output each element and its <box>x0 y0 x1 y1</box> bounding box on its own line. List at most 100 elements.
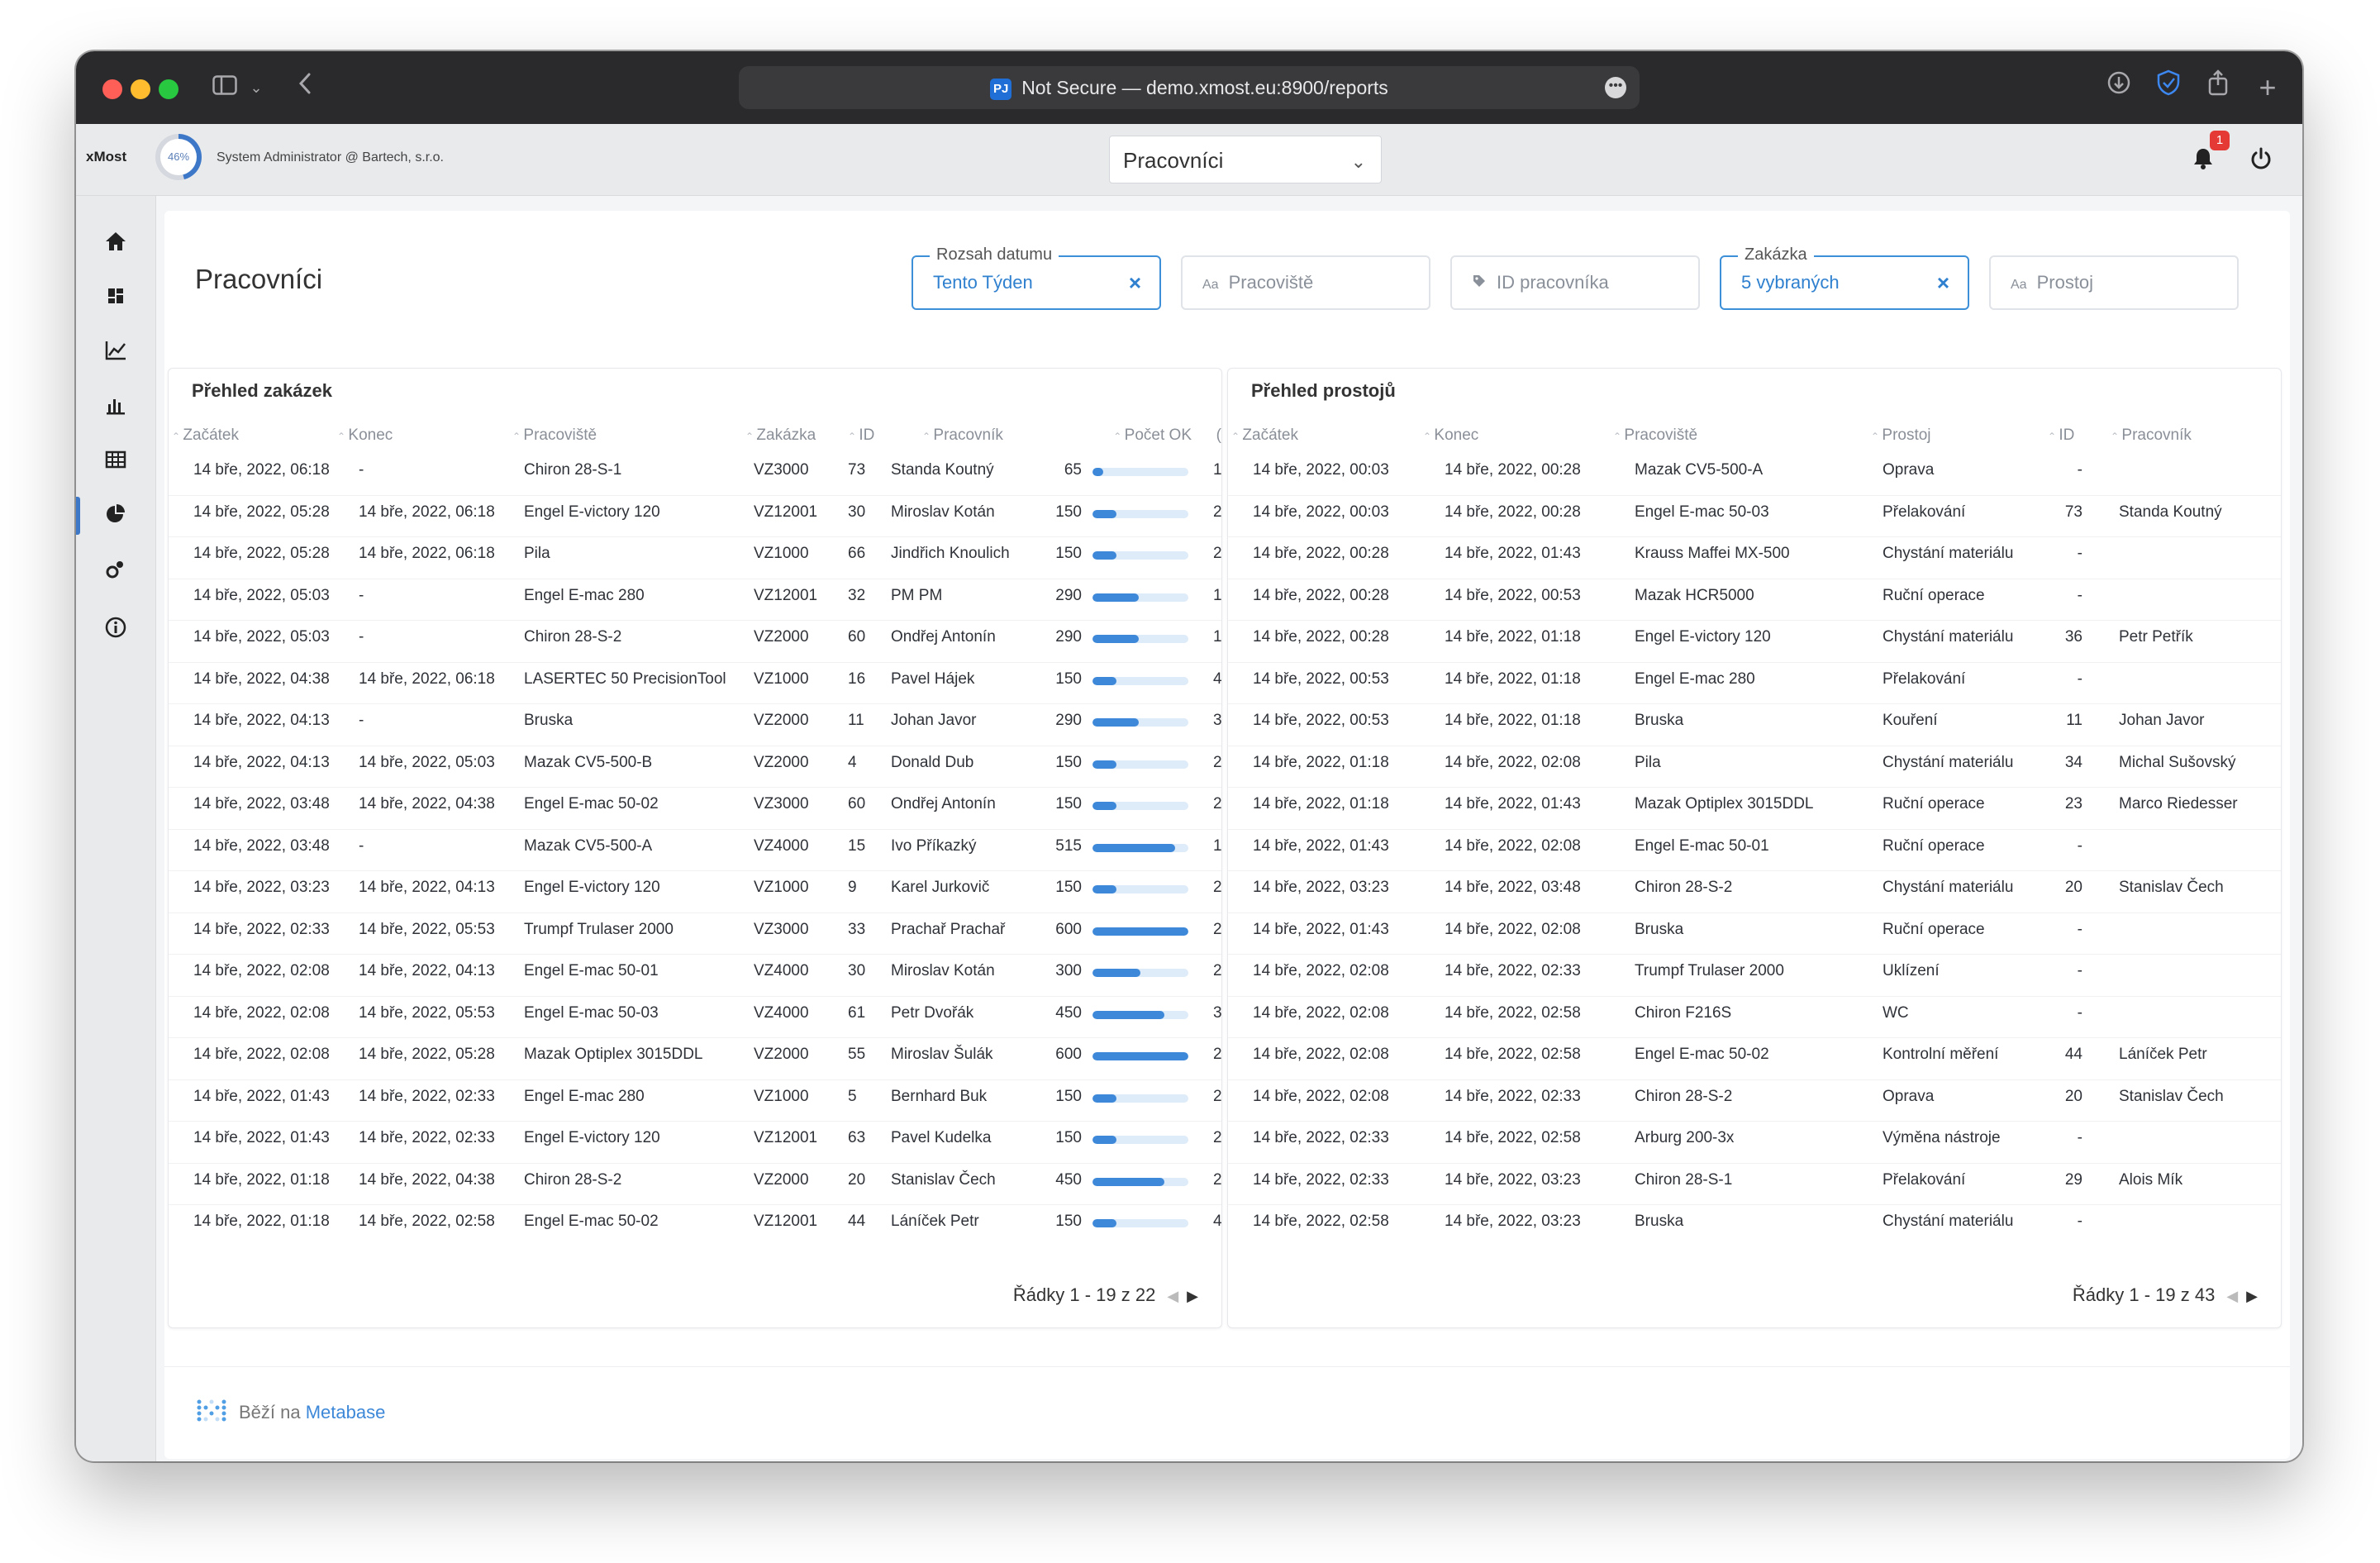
col-workplace-header[interactable]: ⌃ Pracoviště <box>1613 426 1697 445</box>
cell-worker: Stanislav Čech <box>2119 1087 2224 1105</box>
col-end-header[interactable]: ⌃ Konec <box>337 426 393 445</box>
col-downtime-header[interactable]: ⌃ Prostoj <box>1871 426 1931 445</box>
metabase-link[interactable]: Metabase <box>306 1402 386 1422</box>
sidebar-item-table[interactable] <box>76 441 155 480</box>
cell-worker: Pavel Hájek <box>891 670 975 688</box>
sort-icon[interactable]: ⌃ <box>2048 431 2059 442</box>
chevron-down-icon[interactable]: ⌄ <box>246 69 266 106</box>
col-start-header[interactable]: ⌃ Začátek <box>1231 426 1298 445</box>
panel-title[interactable]: Přehled prostojů <box>1251 380 1396 402</box>
col-ok-count-header[interactable]: ⌃ Počet OK <box>1113 426 1192 445</box>
col-extra-header[interactable]: ( <box>1216 426 1221 445</box>
sort-icon[interactable]: ⌃ <box>848 431 859 442</box>
dashboard-select-value: Pracovníci <box>1123 148 1224 173</box>
filter-date-range[interactable]: Rozsah datumu Tento Týden × <box>912 244 1161 310</box>
cell-extra: 2 <box>1213 503 1222 521</box>
col-worker-header[interactable]: ⌃ Pracovník <box>2111 426 2192 445</box>
notifications-button[interactable]: 1 <box>2178 131 2230 183</box>
sort-icon[interactable]: ⌃ <box>1613 431 1624 442</box>
sidebar-toggle-icon[interactable] <box>208 69 241 106</box>
col-id-header[interactable]: ⌃ ID <box>2048 426 2074 445</box>
share-icon[interactable] <box>2202 69 2235 106</box>
sidebar-item-settings[interactable] <box>76 550 155 589</box>
sidebar-item-info[interactable] <box>76 608 155 647</box>
filter-worker-id[interactable]: ID pracovníka <box>1450 255 1700 310</box>
sidebar-item-pie-chart[interactable] <box>76 495 155 535</box>
cell-start: 14 bře, 2022, 01:18 <box>1253 753 1389 771</box>
cell-worker: Alois Mík <box>2119 1170 2183 1189</box>
sort-icon[interactable]: ⌃ <box>1231 431 1242 442</box>
prev-page-icon[interactable]: ◀ <box>1167 1288 1178 1304</box>
cell-start: 14 bře, 2022, 02:08 <box>1253 1003 1389 1022</box>
filter-downtime[interactable]: Aa Prostoj <box>1989 255 2239 310</box>
prev-page-icon[interactable]: ◀ <box>2226 1288 2238 1304</box>
minimize-window-button[interactable] <box>131 79 150 99</box>
cell-start: 14 bře, 2022, 03:48 <box>193 836 330 855</box>
next-page-icon[interactable]: ▶ <box>2246 1288 2258 1304</box>
cell-id: - <box>2077 461 2082 479</box>
brand-logo[interactable]: xMost <box>86 149 126 165</box>
cell-workplace: Mazak CV5-500-A <box>1635 461 1764 479</box>
new-tab-icon[interactable]: + <box>2251 69 2284 106</box>
col-worker-header[interactable]: ⌃ Pracovník <box>922 426 1003 445</box>
cell-workplace: Chiron 28-S-1 <box>1635 1170 1733 1189</box>
sort-icon[interactable]: ⌃ <box>337 431 348 442</box>
logout-button[interactable] <box>2236 134 2286 183</box>
sort-icon[interactable]: ⌃ <box>1871 431 1882 442</box>
ok-count-bar <box>1092 927 1188 936</box>
cell-downtime: Ruční operace <box>1883 586 1985 604</box>
cell-start: 14 bře, 2022, 06:18 <box>193 461 330 479</box>
shield-icon[interactable] <box>2152 69 2185 106</box>
col-order-header[interactable]: ⌃ Zakázka <box>745 426 816 445</box>
back-icon[interactable] <box>293 69 317 106</box>
cell-worker: Pavel Kudelka <box>891 1129 992 1146</box>
cell-ok-count: 150 <box>1055 670 1082 688</box>
sort-icon[interactable]: ⌃ <box>2111 431 2121 442</box>
ok-count-bar <box>1092 676 1188 685</box>
filter-order[interactable]: Zakázka 5 vybraných × <box>1720 244 1969 310</box>
sort-icon[interactable]: ⌃ <box>172 431 183 442</box>
cell-worker: Stanislav Čech <box>891 1170 996 1189</box>
panel-title[interactable]: Přehled zakázek <box>192 380 332 402</box>
address-bar[interactable]: PJ Not Secure — demo.xmost.eu:8900/report… <box>739 66 1640 109</box>
cell-id: - <box>2077 1003 2082 1022</box>
ok-count-bar-fill <box>1092 468 1103 476</box>
cell-downtime: Uklízení <box>1883 962 1940 979</box>
next-page-icon[interactable]: ▶ <box>1187 1288 1198 1304</box>
cell-downtime: Ruční operace <box>1883 836 1985 855</box>
ok-count-bar-fill <box>1092 927 1188 936</box>
cell-end: 14 bře, 2022, 05:53 <box>359 1003 495 1022</box>
cell-id: 11 <box>848 712 864 729</box>
close-window-button[interactable] <box>102 79 122 99</box>
sort-icon[interactable]: ⌃ <box>1113 431 1124 442</box>
sidebar-item-bar-chart[interactable] <box>76 386 155 426</box>
cell-end: 14 bře, 2022, 06:18 <box>359 503 495 521</box>
col-end-header[interactable]: ⌃ Konec <box>1423 426 1478 445</box>
cell-id: - <box>2077 962 2082 979</box>
download-icon[interactable] <box>2102 69 2135 106</box>
cell-worker: Johan Javor <box>891 712 977 729</box>
cell-order: VZ12001 <box>754 1129 818 1146</box>
cell-id: 33 <box>848 920 866 938</box>
col-start-header[interactable]: ⌃ Začátek <box>172 426 239 445</box>
filter-workplace[interactable]: Aa Pracoviště <box>1181 255 1430 310</box>
cell-end: 14 bře, 2022, 01:43 <box>1445 795 1581 812</box>
sort-icon[interactable]: ⌃ <box>922 431 933 442</box>
more-icon[interactable]: ••• <box>1605 77 1626 98</box>
sort-icon[interactable]: ⌃ <box>1423 431 1434 442</box>
cell-workplace: LASERTEC 50 PrecisionTool <box>524 670 726 688</box>
col-id-header[interactable]: ⌃ ID <box>848 426 874 445</box>
dashboard-select[interactable]: Pracovníci ⌄ <box>1109 136 1382 183</box>
clear-filter-icon[interactable]: × <box>1129 257 1141 308</box>
cell-start: 14 bře, 2022, 02:08 <box>1253 1087 1389 1105</box>
sidebar-item-dashboard[interactable] <box>76 277 155 317</box>
clear-filter-icon[interactable]: × <box>1937 257 1949 308</box>
maximize-window-button[interactable] <box>159 79 178 99</box>
sort-icon[interactable]: ⌃ <box>745 431 756 442</box>
sidebar-item-home[interactable] <box>76 222 155 262</box>
power-icon <box>2251 147 2271 169</box>
sidebar-item-line-chart[interactable] <box>76 331 155 371</box>
sort-icon[interactable]: ⌃ <box>512 431 523 442</box>
col-workplace-header[interactable]: ⌃ Pracoviště <box>512 426 597 445</box>
pager-text: Řádky 1 - 19 z 43 <box>2072 1284 2216 1305</box>
